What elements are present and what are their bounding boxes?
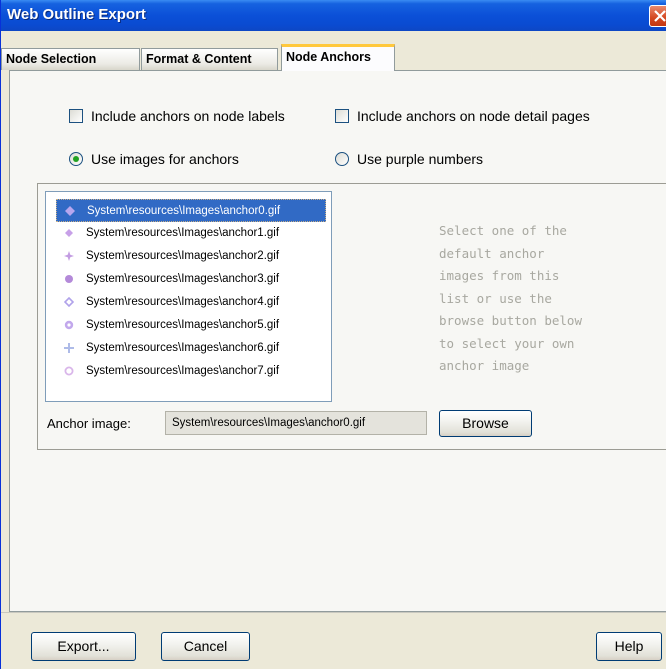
list-item-label: System\resources\Images\anchor3.gif xyxy=(86,273,280,285)
anchor-diamond-icon xyxy=(65,229,73,237)
tab-format-content[interactable]: Format & Content xyxy=(141,48,278,70)
include-anchors-detail-checkbox[interactable] xyxy=(335,109,349,123)
radio-selected-dot xyxy=(73,156,79,162)
export-button[interactable]: Export... xyxy=(31,632,136,661)
list-item[interactable]: System\resources\Images\anchor6.gif xyxy=(56,337,326,360)
tab-node-selection[interactable]: Node Selection xyxy=(1,48,140,70)
footer-divider xyxy=(1,612,666,613)
include-anchors-labels-checkbox[interactable] xyxy=(69,109,83,123)
list-item[interactable]: System\resources\Images\anchor3.gif xyxy=(56,268,326,291)
browse-button[interactable]: Browse xyxy=(439,410,532,437)
tab-node-anchors[interactable]: Node Anchors xyxy=(281,44,395,71)
title-bar[interactable]: Web Outline Export xyxy=(1,0,666,31)
include-anchors-labels-label[interactable]: Include anchors on node labels xyxy=(91,108,285,124)
list-item[interactable]: System\resources\Images\anchor7.gif xyxy=(56,360,326,383)
use-images-radio[interactable] xyxy=(69,152,83,166)
export-dialog: Web Outline Export Node Selection Format… xyxy=(0,0,666,669)
anchor-image-list[interactable]: System\resources\Images\anchor0.gif Syst… xyxy=(45,191,332,402)
list-item[interactable]: System\resources\Images\anchor2.gif xyxy=(56,245,326,268)
anchor-ring-icon xyxy=(64,366,74,376)
anchor-image-path-field: System\resources\Images\anchor0.gif xyxy=(165,411,427,435)
use-purple-numbers-label[interactable]: Use purple numbers xyxy=(357,151,483,167)
list-item-label: System\resources\Images\anchor2.gif xyxy=(86,250,280,262)
list-item-label: System\resources\Images\anchor0.gif xyxy=(87,205,281,217)
list-item[interactable]: System\resources\Images\anchor4.gif xyxy=(56,291,326,314)
list-item-label: System\resources\Images\anchor4.gif xyxy=(86,296,280,308)
list-item[interactable]: System\resources\Images\anchor5.gif xyxy=(56,314,326,337)
anchor-diamond-icon xyxy=(65,206,75,216)
list-item[interactable]: System\resources\Images\anchor0.gif xyxy=(56,199,326,222)
anchor-star-icon xyxy=(64,251,74,261)
anchor-diamond-outline-icon xyxy=(64,297,74,307)
anchor-image-label: Anchor image: xyxy=(47,416,131,431)
cancel-button[interactable]: Cancel xyxy=(161,632,250,661)
list-item[interactable]: System\resources\Images\anchor1.gif xyxy=(56,222,326,245)
list-item-label: System\resources\Images\anchor1.gif xyxy=(86,227,280,239)
list-item-label: System\resources\Images\anchor7.gif xyxy=(86,365,280,377)
anchor-circle-icon xyxy=(65,275,73,283)
list-item-label: System\resources\Images\anchor5.gif xyxy=(86,319,280,331)
anchor-hint-text: Select one of the default anchor images … xyxy=(439,223,582,373)
close-button[interactable] xyxy=(649,5,666,27)
include-anchors-detail-label[interactable]: Include anchors on node detail pages xyxy=(357,108,590,124)
anchor-flower-icon xyxy=(64,320,74,330)
anchor-cross-icon xyxy=(64,343,74,353)
window-title: Web Outline Export xyxy=(7,6,146,23)
use-purple-numbers-radio[interactable] xyxy=(335,152,349,166)
list-item-label: System\resources\Images\anchor6.gif xyxy=(86,342,280,354)
use-images-label[interactable]: Use images for anchors xyxy=(91,151,239,167)
close-icon xyxy=(654,10,666,22)
help-button[interactable]: Help xyxy=(596,632,662,661)
